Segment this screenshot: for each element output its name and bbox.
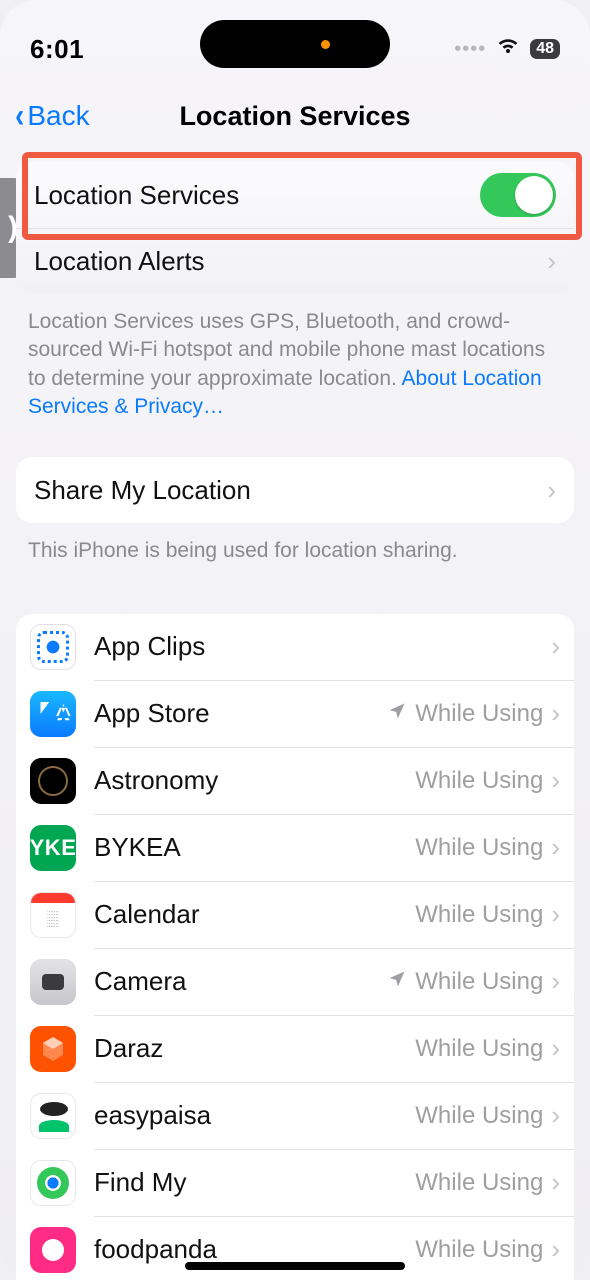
app-status-label: While Using xyxy=(415,834,543,862)
share-my-location-label: Share My Location xyxy=(34,475,547,506)
app-row-camera[interactable]: Camera While Using › xyxy=(16,949,574,1015)
app-list-group: App Clips › App Store While Using › Astr… xyxy=(16,614,574,1280)
app-row-app-clips[interactable]: App Clips › xyxy=(16,614,574,680)
app-name-label: App Clips xyxy=(94,631,543,662)
chevron-right-icon: › xyxy=(551,765,560,796)
app-name-label: Daraz xyxy=(94,1033,415,1064)
location-services-label: Location Services xyxy=(34,180,480,211)
app-status-label: While Using xyxy=(415,1169,543,1197)
astronomy-icon xyxy=(30,758,76,804)
app-name-label: Find My xyxy=(94,1167,415,1198)
battery-indicator: 48 xyxy=(530,39,560,59)
chevron-left-icon: ‹ xyxy=(15,106,24,126)
app-row-astronomy[interactable]: Astronomy While Using › xyxy=(16,748,574,814)
calendar-icon: ::::::::::::::::::::: xyxy=(30,892,76,938)
app-status-label: While Using xyxy=(415,901,543,929)
app-store-icon xyxy=(30,691,76,737)
app-clips-icon xyxy=(30,624,76,670)
app-name-label: easypaisa xyxy=(94,1100,415,1131)
app-row-app-store[interactable]: App Store While Using › xyxy=(16,681,574,747)
home-indicator[interactable] xyxy=(185,1262,405,1270)
app-name-label: Camera xyxy=(94,966,387,997)
share-my-location-row[interactable]: Share My Location › xyxy=(16,457,574,523)
app-name-label: App Store xyxy=(94,698,387,729)
foodpanda-icon xyxy=(30,1227,76,1273)
nav-bar: ‹ Back Location Services xyxy=(0,70,590,150)
footer-share-description: This iPhone is being used for location s… xyxy=(0,523,590,565)
daraz-icon xyxy=(30,1026,76,1072)
easypaisa-icon xyxy=(30,1093,76,1139)
camera-dot-icon xyxy=(321,40,330,49)
chevron-right-icon: › xyxy=(551,966,560,997)
app-row-daraz[interactable]: Daraz While Using › xyxy=(16,1016,574,1082)
status-time: 6:01 xyxy=(30,34,84,65)
chevron-right-icon: › xyxy=(547,475,556,506)
app-name-label: Calendar xyxy=(94,899,415,930)
back-label: Back xyxy=(27,100,89,132)
chevron-right-icon: › xyxy=(551,1234,560,1265)
app-status-label: While Using xyxy=(415,1102,543,1130)
chevron-right-icon: › xyxy=(551,631,560,662)
app-row-easypaisa[interactable]: easypaisa While Using › xyxy=(16,1083,574,1149)
app-status-label: While Using xyxy=(387,700,543,728)
app-name-label: foodpanda xyxy=(94,1234,415,1265)
chevron-right-icon: › xyxy=(551,1100,560,1131)
app-status-label: While Using xyxy=(415,1236,543,1264)
chevron-right-icon: › xyxy=(551,899,560,930)
location-alerts-label: Location Alerts xyxy=(34,246,547,277)
app-row-bykea[interactable]: BYKEA BYKEA While Using › xyxy=(16,815,574,881)
find-my-icon xyxy=(30,1160,76,1206)
dynamic-island xyxy=(200,20,390,68)
app-row-calendar[interactable]: ::::::::::::::::::::: Calendar While Usi… xyxy=(16,882,574,948)
recording-dots-icon: •••• xyxy=(454,38,486,61)
app-status-label: While Using xyxy=(415,767,543,795)
location-alerts-row[interactable]: Location Alerts › xyxy=(16,228,574,294)
app-row-foodpanda[interactable]: foodpanda While Using › xyxy=(16,1217,574,1280)
app-row-find-my[interactable]: Find My While Using › xyxy=(16,1150,574,1216)
settings-group-main: Location Services Location Alerts › xyxy=(16,162,574,294)
location-arrow-icon xyxy=(387,700,407,728)
bykea-icon: BYKEA xyxy=(30,825,76,871)
footer-description: Location Services uses GPS, Bluetooth, a… xyxy=(0,294,590,421)
location-services-toggle[interactable] xyxy=(480,173,556,217)
wifi-icon xyxy=(496,36,520,62)
chevron-right-icon: › xyxy=(551,832,560,863)
camera-icon xyxy=(30,959,76,1005)
app-name-label: Astronomy xyxy=(94,765,415,796)
app-status-label: While Using xyxy=(387,968,543,996)
back-button[interactable]: ‹ Back xyxy=(14,100,90,132)
app-status-label: While Using xyxy=(415,1035,543,1063)
settings-group-share: Share My Location › xyxy=(16,457,574,523)
location-arrow-icon xyxy=(387,968,407,996)
chevron-right-icon: › xyxy=(551,698,560,729)
location-services-row[interactable]: Location Services xyxy=(16,162,574,228)
chevron-right-icon: › xyxy=(551,1167,560,1198)
app-name-label: BYKEA xyxy=(94,832,415,863)
chevron-right-icon: › xyxy=(547,246,556,277)
chevron-right-icon: › xyxy=(551,1033,560,1064)
